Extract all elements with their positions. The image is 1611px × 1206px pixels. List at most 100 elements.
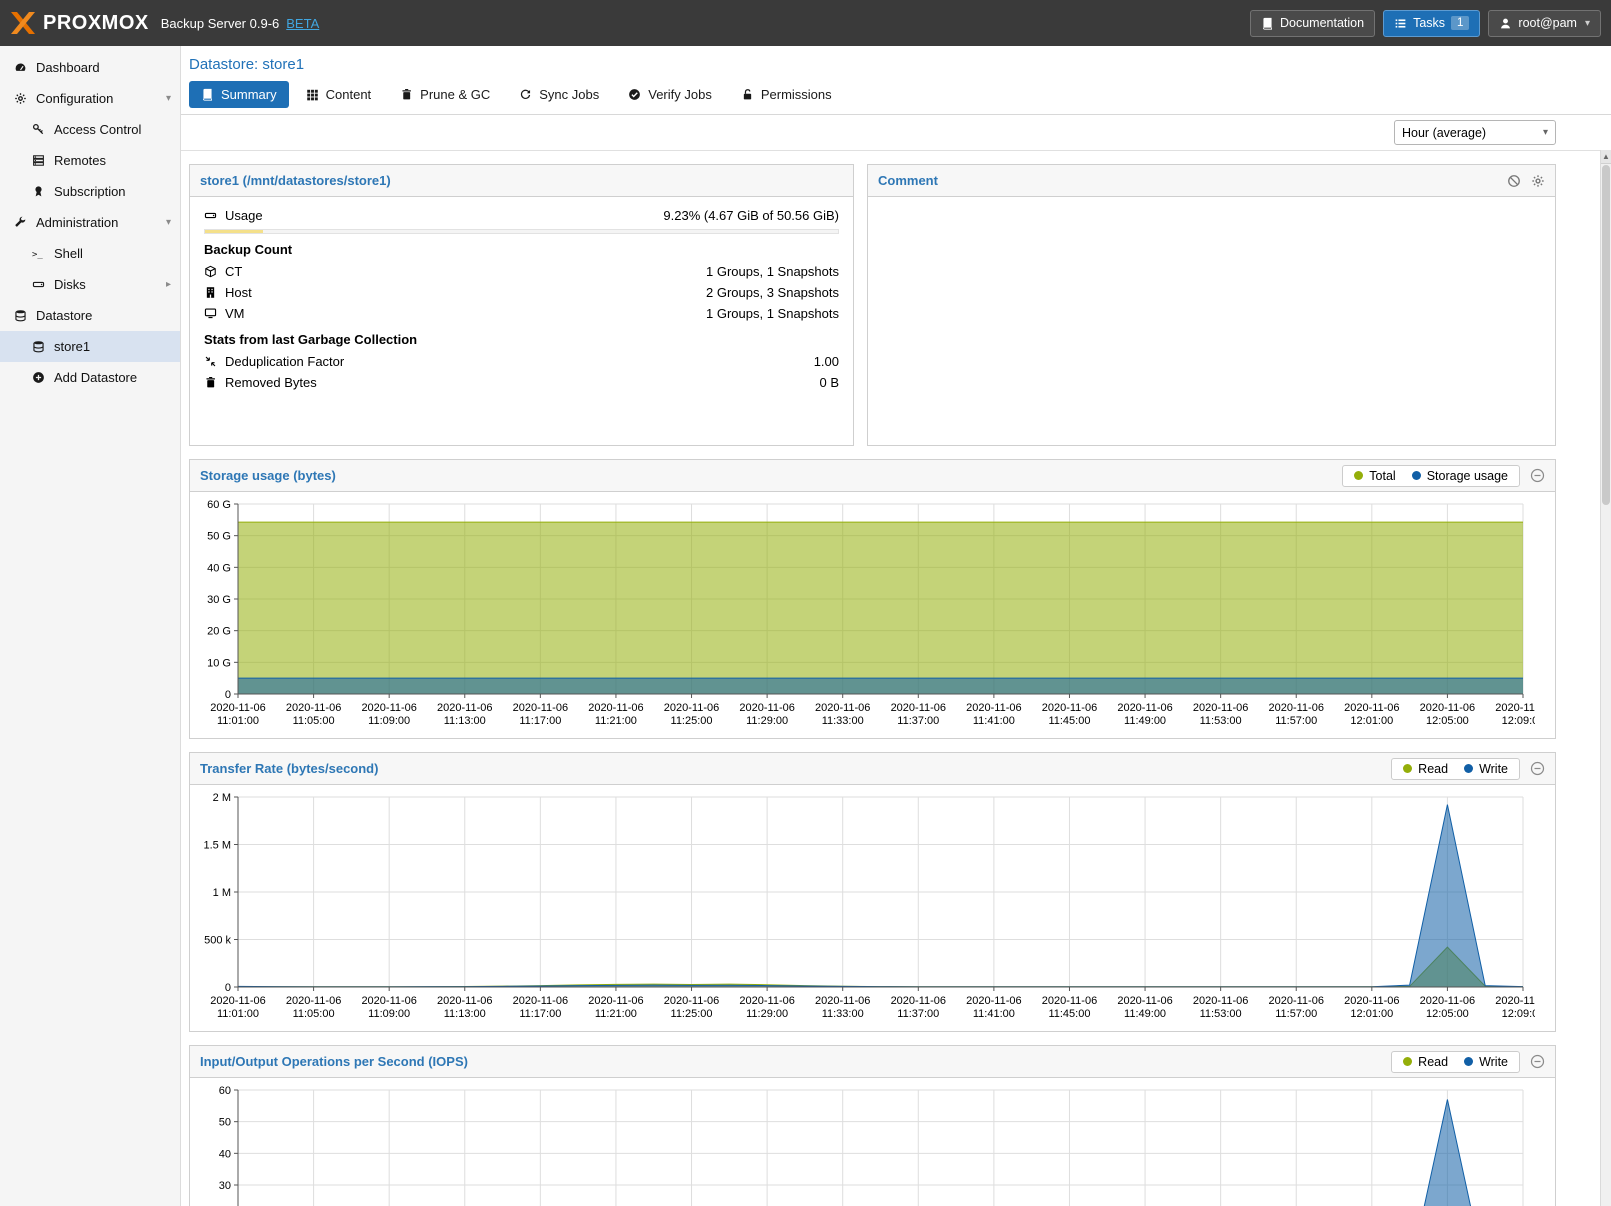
sidebar-item-administration[interactable]: Administration ▾ bbox=[0, 207, 180, 238]
proxmox-logo: PROXMOX bbox=[10, 11, 149, 35]
beta-link[interactable]: BETA bbox=[286, 16, 319, 31]
legend-dot bbox=[1403, 764, 1412, 773]
svg-text:2020-11-06: 2020-11-06 bbox=[1344, 702, 1399, 714]
svg-text:2 M: 2 M bbox=[213, 792, 231, 804]
legend-item-read[interactable]: Read bbox=[1403, 762, 1448, 776]
wrench-icon bbox=[12, 216, 28, 229]
svg-text:11:45:00: 11:45:00 bbox=[1048, 1008, 1090, 1020]
sidebar-item-dashboard[interactable]: Dashboard bbox=[0, 52, 180, 83]
svg-text:11:49:00: 11:49:00 bbox=[1124, 1008, 1166, 1020]
svg-text:11:33:00: 11:33:00 bbox=[822, 715, 864, 727]
sidebar-item-shell[interactable]: >_ Shell bbox=[0, 238, 180, 269]
user-menu-button[interactable]: root@pam ▾ bbox=[1488, 10, 1601, 37]
database-icon bbox=[12, 309, 28, 322]
documentation-button[interactable]: Documentation bbox=[1250, 10, 1375, 37]
hdd-icon bbox=[30, 278, 46, 291]
svg-text:2020-11-06: 2020-11-06 bbox=[437, 995, 492, 1007]
scrollbar-thumb[interactable] bbox=[1602, 165, 1610, 505]
unlock-icon bbox=[741, 88, 754, 101]
svg-text:1.5 M: 1.5 M bbox=[203, 840, 231, 852]
legend-item-write[interactable]: Write bbox=[1464, 1055, 1508, 1069]
host-row: Host 2 Groups, 3 Snapshots bbox=[204, 282, 839, 303]
vertical-scrollbar[interactable]: ▲ bbox=[1600, 150, 1611, 1206]
svg-text:11:33:00: 11:33:00 bbox=[822, 1008, 864, 1020]
svg-text:2020-11-06: 2020-11-06 bbox=[437, 702, 492, 714]
tab-summary[interactable]: Summary bbox=[189, 81, 289, 108]
sidebar-item-datastore[interactable]: Datastore bbox=[0, 300, 180, 331]
sidebar-item-disks[interactable]: Disks ▸ bbox=[0, 269, 180, 300]
svg-text:2020-11-06: 2020-11-06 bbox=[513, 995, 568, 1007]
chart-svg: 0500 k1 M1.5 M2 M2020-11-0611:01:002020-… bbox=[192, 787, 1535, 1033]
app-title: Backup Server 0.9-6 bbox=[161, 16, 280, 31]
svg-text:2020-11-06: 2020-11-06 bbox=[286, 995, 341, 1007]
user-icon bbox=[1499, 17, 1512, 30]
svg-text:2020-11-06: 2020-11-06 bbox=[588, 995, 643, 1007]
compress-icon bbox=[204, 355, 217, 368]
trash-icon bbox=[204, 376, 217, 389]
iops-chart: 01020304050602020-11-0611:01:002020-11-0… bbox=[190, 1078, 1555, 1206]
timeframe-select[interactable]: Hour (average) ▾ bbox=[1394, 120, 1556, 145]
svg-text:2020-11-06: 2020-11-06 bbox=[815, 702, 870, 714]
ct-row: CT 1 Groups, 1 Snapshots bbox=[204, 261, 839, 282]
svg-text:11:45:00: 11:45:00 bbox=[1048, 715, 1090, 727]
svg-text:11:25:00: 11:25:00 bbox=[671, 1008, 713, 1020]
storage-usage-panel: Storage usage (bytes) Total Storage usag… bbox=[189, 459, 1556, 739]
legend-item-total[interactable]: Total bbox=[1354, 469, 1395, 483]
chart-svg: 01020304050602020-11-0611:01:002020-11-0… bbox=[192, 1080, 1535, 1206]
svg-text:11:49:00: 11:49:00 bbox=[1124, 715, 1166, 727]
sidebar-item-add-datastore[interactable]: Add Datastore bbox=[0, 362, 180, 393]
svg-text:11:01:00: 11:01:00 bbox=[217, 1008, 259, 1020]
sidebar-item-store1[interactable]: store1 bbox=[0, 331, 180, 362]
tab-verify-jobs[interactable]: Verify Jobs bbox=[616, 81, 724, 108]
sidebar-item-configuration[interactable]: Configuration ▾ bbox=[0, 83, 180, 114]
svg-text:2020-11-06: 2020-11-06 bbox=[286, 702, 341, 714]
svg-text:2020-11-06: 2020-11-06 bbox=[966, 702, 1021, 714]
sync-icon bbox=[519, 88, 532, 101]
legend-item-read[interactable]: Read bbox=[1403, 1055, 1448, 1069]
comment-body[interactable] bbox=[868, 197, 1555, 213]
svg-text:2020-11-06: 2020-11-06 bbox=[1042, 702, 1097, 714]
removed-bytes-row: Removed Bytes 0 B bbox=[204, 372, 839, 393]
legend-dot bbox=[1354, 471, 1363, 480]
svg-text:50: 50 bbox=[219, 1117, 231, 1129]
svg-text:>_: >_ bbox=[32, 250, 43, 260]
sidebar-item-subscription[interactable]: Subscription bbox=[0, 176, 180, 207]
svg-text:2020-11-06: 2020-11-06 bbox=[815, 995, 870, 1007]
sidebar-item-remotes[interactable]: Remotes bbox=[0, 145, 180, 176]
collapse-icon[interactable] bbox=[1530, 761, 1545, 776]
tasks-button[interactable]: Tasks 1 bbox=[1383, 10, 1480, 37]
svg-text:2020-11-06: 2020-11-06 bbox=[513, 702, 568, 714]
tab-permissions[interactable]: Permissions bbox=[729, 81, 844, 108]
svg-text:2020-11-06: 2020-11-06 bbox=[1269, 702, 1324, 714]
svg-text:11:57:00: 11:57:00 bbox=[1275, 715, 1317, 727]
clear-icon[interactable] bbox=[1507, 174, 1521, 188]
legend-item-write[interactable]: Write bbox=[1464, 762, 1508, 776]
panel-header: Transfer Rate (bytes/second) Read Write bbox=[190, 753, 1555, 785]
svg-text:11:17:00: 11:17:00 bbox=[519, 715, 561, 727]
key-icon bbox=[30, 123, 46, 136]
tab-prune-gc[interactable]: Prune & GC bbox=[388, 81, 502, 108]
svg-text:50 G: 50 G bbox=[207, 531, 231, 543]
svg-text:2020-11-06: 2020-11-06 bbox=[210, 995, 265, 1007]
iops-panel: Input/Output Operations per Second (IOPS… bbox=[189, 1045, 1556, 1206]
vm-row: VM 1 Groups, 1 Snapshots bbox=[204, 303, 839, 324]
sidebar-item-access-control[interactable]: Access Control bbox=[0, 114, 180, 145]
tab-content[interactable]: Content bbox=[294, 81, 384, 108]
svg-text:12:09:00: 12:09:00 bbox=[1502, 715, 1535, 727]
svg-text:2020-11-06: 2020-11-06 bbox=[588, 702, 643, 714]
collapse-icon[interactable] bbox=[1530, 468, 1545, 483]
scroll-up-arrow[interactable]: ▲ bbox=[1601, 150, 1611, 164]
svg-text:2020-11-06: 2020-11-06 bbox=[1042, 995, 1097, 1007]
legend-item-storage-usage[interactable]: Storage usage bbox=[1412, 469, 1508, 483]
collapse-icon[interactable] bbox=[1530, 1054, 1545, 1069]
tab-sync-jobs[interactable]: Sync Jobs bbox=[507, 81, 611, 108]
panel-title: store1 (/mnt/datastores/store1) bbox=[200, 173, 391, 188]
sidebar: Dashboard Configuration ▾ Access Control… bbox=[0, 46, 181, 1206]
svg-text:10 G: 10 G bbox=[207, 657, 231, 669]
content: store1 (/mnt/datastores/store1) Usage 9.… bbox=[181, 151, 1611, 1206]
legend-dot bbox=[1464, 1057, 1473, 1066]
svg-text:11:25:00: 11:25:00 bbox=[671, 715, 713, 727]
panel-header: Storage usage (bytes) Total Storage usag… bbox=[190, 460, 1555, 492]
topbar-actions: Documentation Tasks 1 root@pam ▾ bbox=[1250, 10, 1601, 37]
gear-icon[interactable] bbox=[1531, 174, 1545, 188]
